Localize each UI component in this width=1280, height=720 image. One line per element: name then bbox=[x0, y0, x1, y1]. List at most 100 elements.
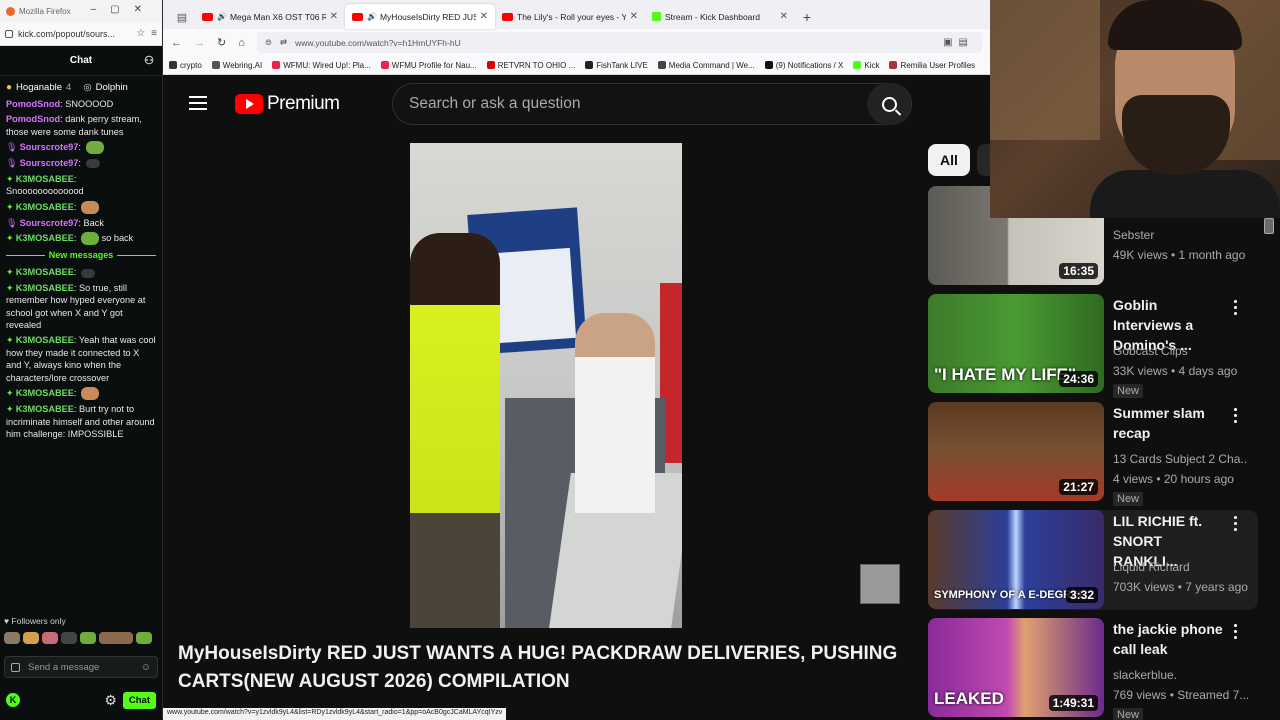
emote-quick-row[interactable] bbox=[4, 632, 152, 644]
bookmark-item[interactable]: (9) Notifications / X bbox=[764, 61, 843, 70]
bookmark-item[interactable]: Webring.AI bbox=[211, 61, 262, 70]
bookmark-item[interactable]: WFMU Profile for Nau... bbox=[380, 61, 477, 70]
chat-send-button[interactable]: Chat bbox=[122, 691, 156, 709]
new-badge: New bbox=[1113, 708, 1144, 720]
browser-tab[interactable]: 🔊Mega Man X6 OST T06 Rai... ✕ bbox=[195, 4, 345, 29]
window-controls[interactable]: –▢✕ bbox=[91, 4, 156, 15]
page-actions-icons[interactable]: ▣▤ bbox=[943, 37, 974, 48]
emote-frog-icon[interactable] bbox=[81, 232, 100, 246]
video-thumbnail[interactable]: SYMPHONY OF A E-DEGREE 3:32 bbox=[928, 510, 1104, 609]
chat-username[interactable]: K3MOSABEE bbox=[16, 283, 74, 293]
browser-tab[interactable]: Stream - Kick Dashboard ✕ bbox=[645, 4, 795, 29]
new-tab-button[interactable]: + bbox=[795, 4, 819, 29]
browser-tab[interactable]: 🔊MyHouseIsDirty RED JUST W... ✕ bbox=[345, 4, 495, 29]
channel-name[interactable]: slackerblue. bbox=[1113, 668, 1248, 682]
leader-name-1[interactable]: Hoganable bbox=[16, 82, 62, 93]
video-thumbnail[interactable]: "I HATE MY LIFE" 24:36 bbox=[928, 294, 1104, 393]
channel-name[interactable]: Gobcast Clips bbox=[1113, 344, 1248, 358]
bookmark-item[interactable]: FishTank LIVE bbox=[585, 61, 648, 70]
back-icon[interactable]: ← bbox=[171, 37, 182, 49]
hamburger-menu-icon[interactable] bbox=[189, 96, 207, 110]
home-icon[interactable]: ⌂ bbox=[238, 37, 245, 49]
youtube-premium-logo[interactable]: Premium bbox=[235, 93, 340, 115]
emote-blur-icon[interactable] bbox=[85, 159, 100, 169]
emote-blur-icon[interactable] bbox=[81, 268, 96, 278]
bookmark-star-icon[interactable]: ☆ bbox=[136, 28, 145, 39]
more-actions-icon[interactable] bbox=[1233, 516, 1239, 534]
reload-icon[interactable]: ↻ bbox=[217, 36, 226, 49]
permissions-icon[interactable]: ⇄ bbox=[280, 37, 287, 48]
chat-username[interactable]: K3MOSABEE bbox=[16, 404, 74, 414]
more-actions-icon[interactable] bbox=[1233, 408, 1239, 426]
close-tab-icon[interactable]: ✕ bbox=[780, 11, 788, 22]
lock-icon bbox=[5, 29, 13, 38]
chat-url-bar[interactable]: kick.com/popout/sours... ☆ ≡ bbox=[0, 22, 162, 46]
bookmark-item[interactable]: Remilia User Profiles bbox=[889, 61, 975, 70]
recommended-video[interactable]: LEAKED 1:49:31 the jackie phone call leak s… bbox=[928, 618, 1258, 720]
chat-username[interactable]: K3MOSABEE bbox=[16, 335, 74, 345]
video-title[interactable]: the jackie phone call leak bbox=[1113, 619, 1228, 659]
chat-username[interactable]: Sourscrote97 bbox=[20, 158, 79, 168]
site-info-icon[interactable]: ⊜ bbox=[265, 37, 272, 48]
video-player[interactable] bbox=[410, 143, 682, 628]
more-actions-icon[interactable] bbox=[1233, 624, 1239, 642]
chat-username[interactable]: K3MOSABEE bbox=[16, 388, 74, 398]
chat-username[interactable]: Sourscrote97 bbox=[20, 218, 79, 228]
recommended-video[interactable]: 21:27 Summer slam recap 13 Cards Subject 2… bbox=[928, 402, 1258, 506]
address-bar[interactable]: ⊜ ⇄ www.youtube.com/watch?v=h1HmUYFh-hU … bbox=[256, 32, 982, 53]
filter-chip-all[interactable]: All bbox=[928, 144, 970, 176]
bookmark-item[interactable]: Media Command | We... bbox=[657, 61, 755, 70]
close-tab-icon[interactable]: ✕ bbox=[480, 11, 488, 22]
emoji-picker-icon[interactable]: ☺ bbox=[141, 662, 151, 673]
audio-playing-icon[interactable]: 🔊 bbox=[367, 12, 377, 21]
gear-icon[interactable]: ⚙ bbox=[104, 692, 117, 709]
dolphin-icon: ◎ bbox=[83, 81, 92, 93]
emote-face-icon[interactable] bbox=[81, 387, 100, 401]
sidebar-scrollbar[interactable] bbox=[1264, 218, 1274, 234]
chat-username[interactable]: K3MOSABEE bbox=[16, 233, 74, 243]
channel-name[interactable]: Liquid Richard bbox=[1113, 560, 1248, 574]
bookmark-item[interactable]: crypto bbox=[169, 61, 202, 70]
bookmark-item[interactable]: RETVRN TO OHIO ... bbox=[486, 61, 575, 70]
tab-overview-icon[interactable]: ▤ bbox=[169, 5, 195, 29]
video-thumbnail[interactable]: 21:27 bbox=[928, 402, 1104, 501]
audio-playing-icon[interactable]: 🔊 bbox=[217, 12, 227, 21]
filter-chip-next[interactable] bbox=[977, 144, 990, 176]
user-settings-icon[interactable]: ⚇ bbox=[144, 54, 154, 67]
channel-name[interactable]: 13 Cards Subject 2 Cha... bbox=[1113, 452, 1248, 466]
video-thumbnail[interactable]: LEAKED 1:49:31 bbox=[928, 618, 1104, 717]
channel-watermark[interactable] bbox=[860, 564, 900, 604]
new-messages-divider: New messages bbox=[6, 249, 156, 261]
bookmark-item[interactable]: WFMU: Wired Up!: Pla... bbox=[272, 61, 371, 70]
forward-icon[interactable]: → bbox=[194, 37, 205, 49]
search-button[interactable] bbox=[867, 83, 911, 125]
followers-only-label: ♥ Followers only bbox=[4, 616, 66, 626]
chat-username[interactable]: PomodSnod bbox=[6, 114, 60, 124]
chat-username[interactable]: K3MOSABEE bbox=[16, 267, 74, 277]
kick-logo-icon[interactable]: K bbox=[6, 693, 20, 707]
chat-username[interactable]: Sourscrote97 bbox=[20, 142, 79, 152]
bookmark-item[interactable]: Kick bbox=[853, 61, 879, 70]
emote-face-icon[interactable] bbox=[81, 200, 100, 214]
bookmarks-toolbar: crypto Webring.AI WFMU: Wired Up!: Pla... W… bbox=[163, 56, 990, 75]
chat-username[interactable]: K3MOSABEE bbox=[16, 174, 74, 184]
send-message-input[interactable]: Send a message ☺ bbox=[4, 656, 158, 678]
emote-frog-icon[interactable] bbox=[85, 141, 104, 155]
more-actions-icon[interactable] bbox=[1233, 300, 1239, 318]
menu-icon[interactable]: ≡ bbox=[151, 28, 157, 39]
browser-tab[interactable]: The Lily's - Roll your eyes - You... ✕ bbox=[495, 4, 645, 29]
close-tab-icon[interactable]: ✕ bbox=[630, 11, 638, 22]
search-input[interactable]: Search or ask a question bbox=[392, 83, 912, 125]
bookmark-favicon-icon bbox=[889, 61, 898, 69]
recommended-video[interactable]: "I HATE MY LIFE" 24:36 Goblin Interviews a… bbox=[928, 294, 1258, 398]
close-tab-icon[interactable]: ✕ bbox=[330, 11, 338, 22]
mic-badge-icon: 🎙 bbox=[6, 158, 18, 169]
chat-message: 🎙 Sourscrote97: bbox=[6, 141, 156, 155]
video-title[interactable]: Summer slam recap bbox=[1113, 403, 1228, 443]
video-meta: 33K views • 4 days ago bbox=[1113, 364, 1238, 378]
recommended-video[interactable]: SYMPHONY OF A E-DEGREE 3:32 LIL RICHIE ft.… bbox=[928, 510, 1258, 610]
leader-name-2[interactable]: Dolphin bbox=[96, 82, 128, 93]
chat-username[interactable]: PomodSnod bbox=[6, 99, 60, 109]
channel-name[interactable]: Sebster bbox=[1113, 228, 1248, 242]
chat-username[interactable]: K3MOSABEE bbox=[16, 202, 74, 212]
